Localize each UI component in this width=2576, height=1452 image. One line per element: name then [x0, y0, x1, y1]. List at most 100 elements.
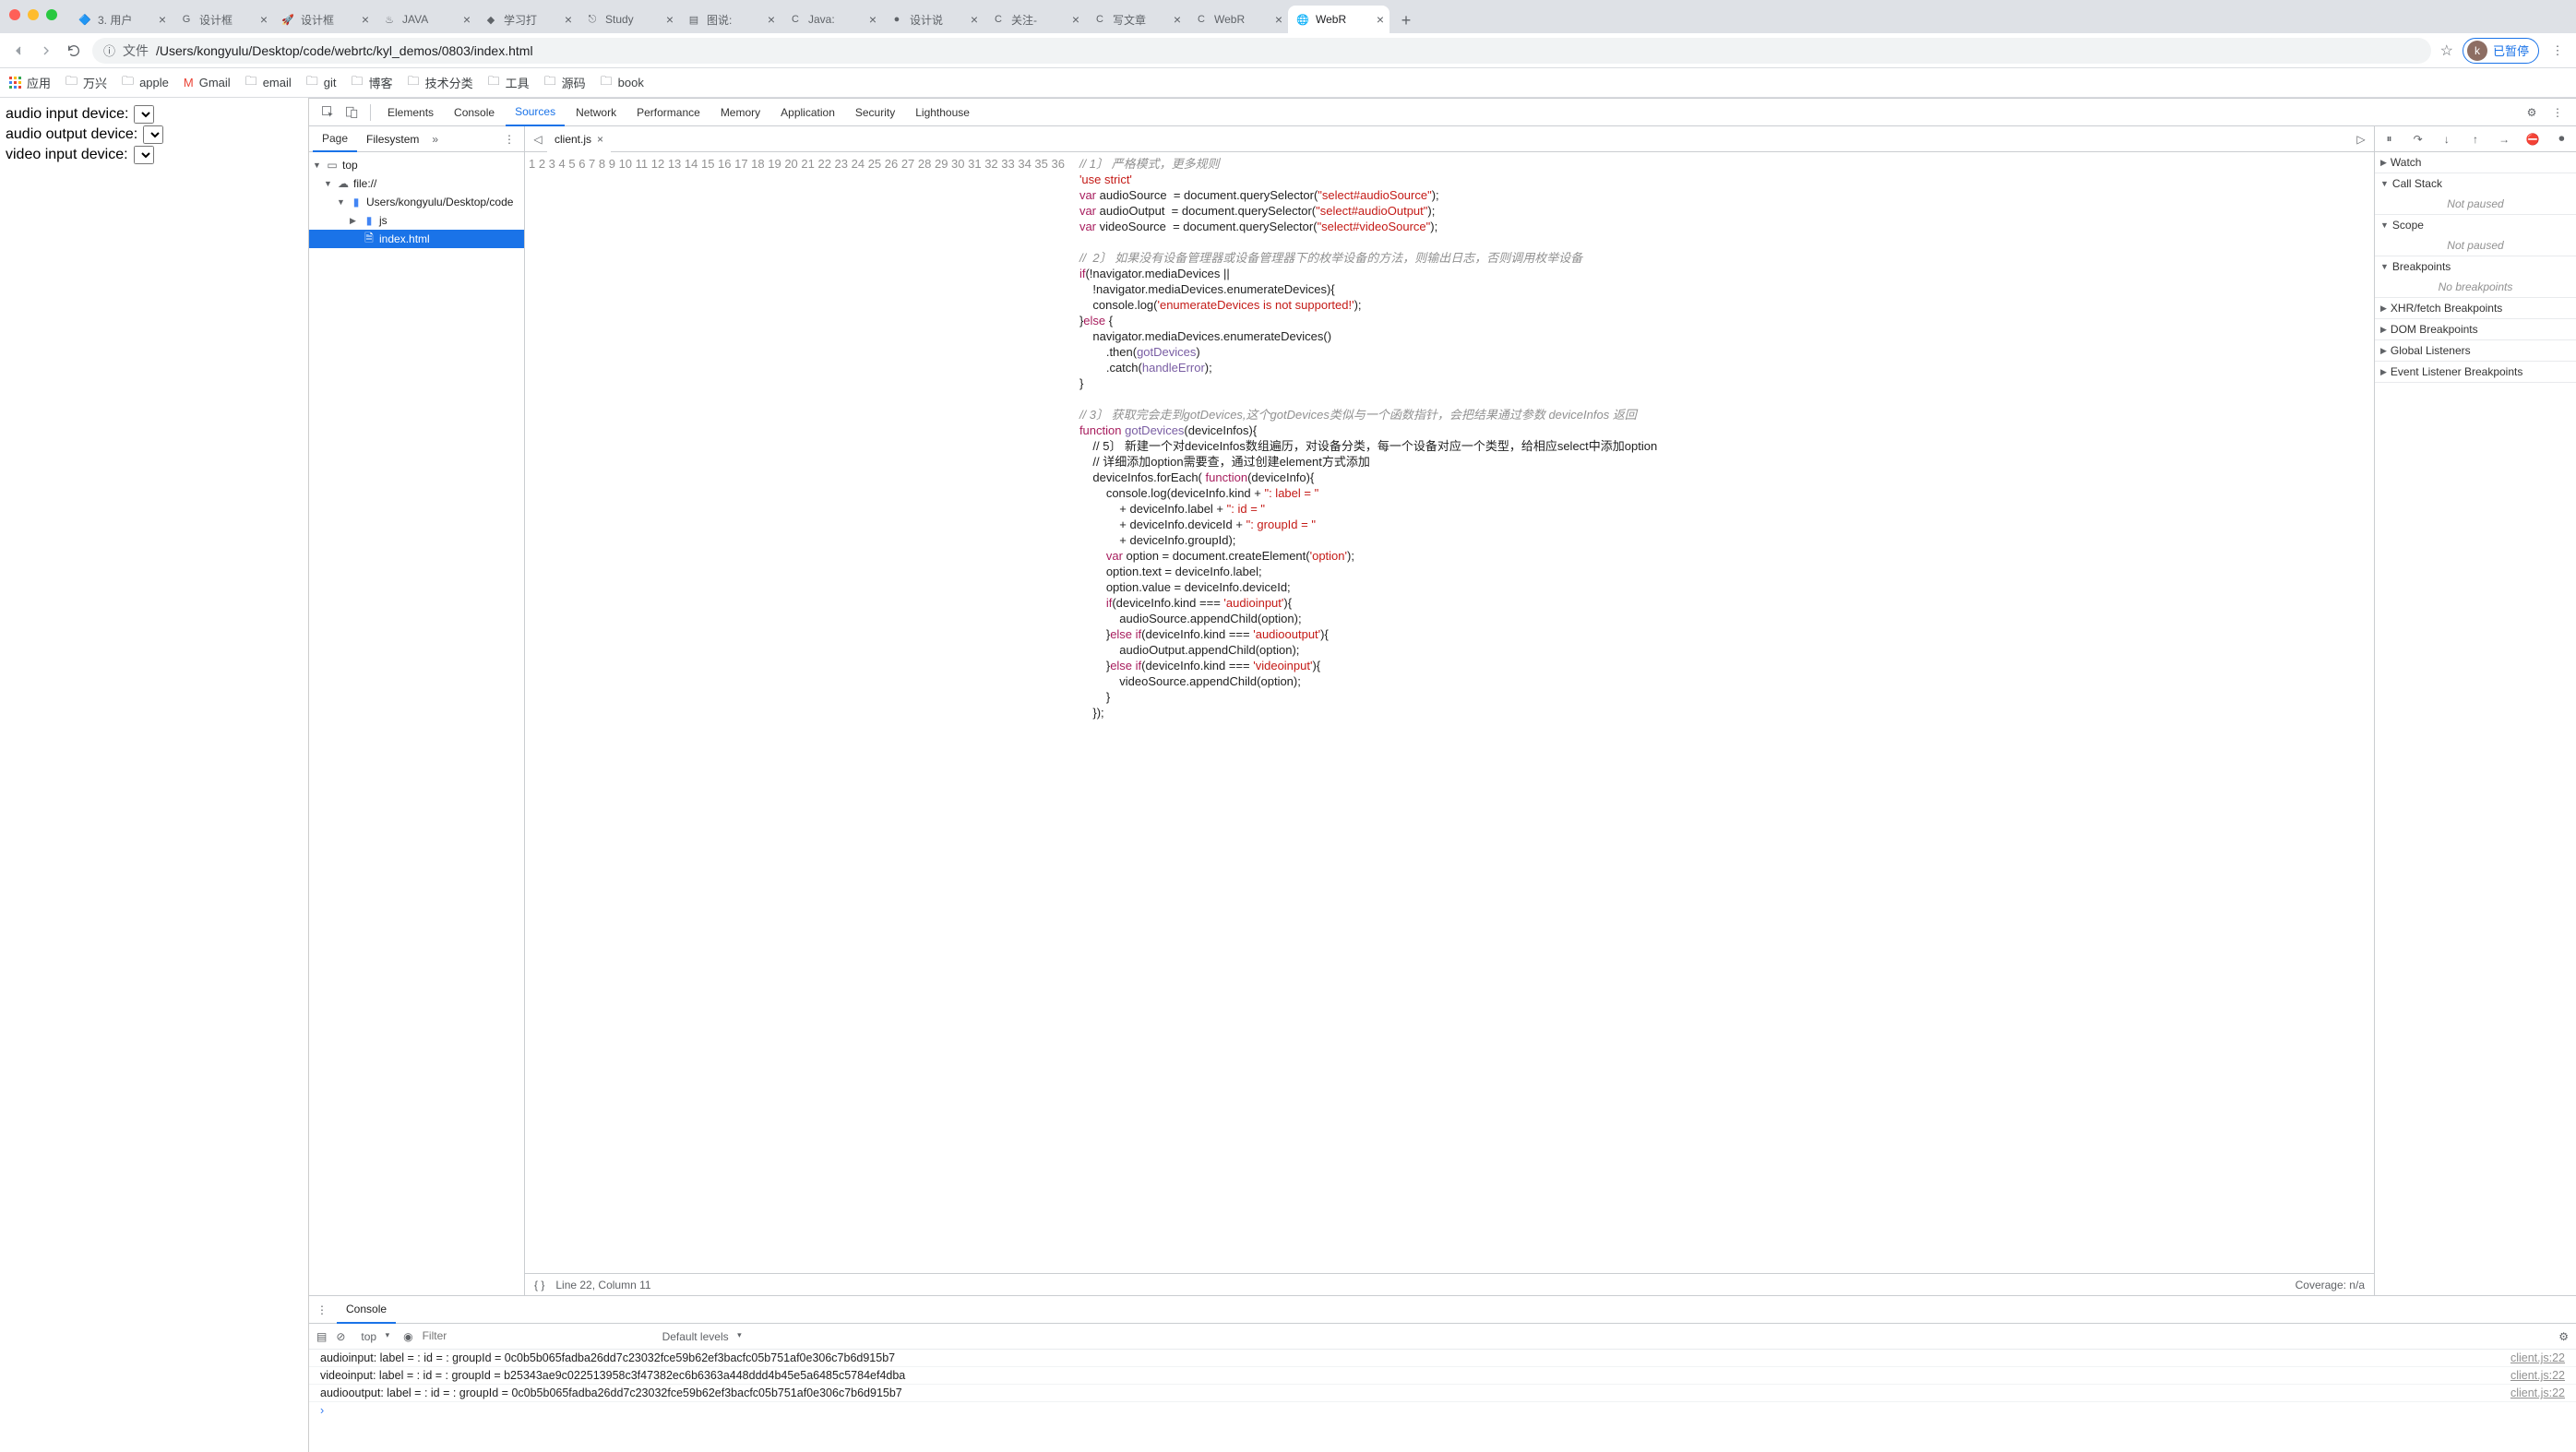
drawer-tab-console[interactable]: Console: [337, 1296, 396, 1324]
deactivate-bp-icon[interactable]: ⛔: [2524, 133, 2541, 146]
live-expression-icon[interactable]: ◉: [403, 1330, 412, 1343]
close-tab-icon[interactable]: ×: [362, 12, 369, 27]
close-tab-icon[interactable]: ×: [869, 12, 877, 27]
bookmark-item[interactable]: 应用: [9, 74, 51, 91]
log-source-link[interactable]: client.js:22: [2510, 1369, 2565, 1382]
watch-section[interactable]: ▶Watch: [2375, 152, 2576, 173]
address-bar[interactable]: ⓘ 文件 /Users/kongyulu/Desktop/code/webrtc…: [92, 38, 2431, 64]
audio-input-select[interactable]: [134, 105, 154, 124]
devtools-tab-security[interactable]: Security: [846, 99, 904, 126]
audio-output-select[interactable]: [143, 125, 163, 144]
devtools-tab-sources[interactable]: Sources: [506, 99, 565, 126]
bookmark-item[interactable]: 🗀源码: [544, 73, 586, 93]
browser-tab[interactable]: C写文章×: [1085, 6, 1187, 33]
tree-folder[interactable]: ▼▮Users/kongyulu/Desktop/code: [309, 193, 524, 211]
close-tab-icon[interactable]: ×: [1174, 12, 1181, 27]
reload-button[interactable]: [65, 42, 83, 60]
log-levels[interactable]: Default levels: [662, 1330, 742, 1343]
step-out-icon[interactable]: ↑: [2467, 133, 2484, 146]
event-bp-section[interactable]: ▶Event Listener Breakpoints: [2375, 362, 2576, 382]
profile-chip[interactable]: k 已暂停: [2463, 38, 2539, 64]
step-icon[interactable]: →: [2496, 133, 2512, 146]
devtools-tab-lighthouse[interactable]: Lighthouse: [906, 99, 979, 126]
bookmark-item[interactable]: 🗀git: [306, 73, 337, 93]
step-into-icon[interactable]: ↓: [2439, 133, 2455, 146]
browser-tab[interactable]: G设计框×: [172, 6, 273, 33]
close-file-icon[interactable]: ×: [597, 133, 603, 146]
browser-tab[interactable]: CWebR×: [1187, 6, 1288, 33]
nav-tab-more-icon[interactable]: »: [432, 133, 438, 146]
bookmark-item[interactable]: 🗀book: [601, 73, 644, 93]
console-prompt[interactable]: ›: [309, 1402, 2576, 1419]
browser-tab[interactable]: C关注-×: [984, 6, 1085, 33]
bookmark-item[interactable]: 🗀email: [245, 73, 292, 93]
close-tab-icon[interactable]: ×: [260, 12, 268, 27]
drawer-menu-icon[interactable]: ⋮: [316, 1303, 328, 1316]
editor-prev-icon[interactable]: ◁: [529, 133, 547, 146]
console-sidebar-icon[interactable]: ▤: [316, 1330, 327, 1343]
close-tab-icon[interactable]: ×: [666, 12, 674, 27]
tree-js-folder[interactable]: ▶▮js: [309, 211, 524, 230]
video-input-select[interactable]: [134, 146, 154, 164]
device-toggle-icon[interactable]: [340, 101, 363, 124]
devtools-tab-application[interactable]: Application: [771, 99, 844, 126]
close-tab-icon[interactable]: ×: [1072, 12, 1079, 27]
scope-section[interactable]: ▼Scope: [2375, 215, 2576, 235]
browser-menu-icon[interactable]: ⋮: [2548, 42, 2567, 60]
console-settings-icon[interactable]: ⚙: [2558, 1330, 2569, 1343]
global-listeners-section[interactable]: ▶Global Listeners: [2375, 340, 2576, 361]
maximize-window[interactable]: [46, 9, 57, 20]
bookmark-item[interactable]: 🗀博客: [352, 73, 393, 93]
devtools-tab-memory[interactable]: Memory: [711, 99, 769, 126]
browser-tab[interactable]: ⎋Study×: [578, 6, 679, 33]
bookmark-item[interactable]: 🗀技术分类: [408, 73, 473, 93]
close-tab-icon[interactable]: ×: [159, 12, 166, 27]
pretty-print-icon[interactable]: { }: [534, 1279, 544, 1291]
settings-icon[interactable]: ⚙: [2521, 101, 2543, 124]
nav-tab-filesystem[interactable]: Filesystem: [357, 126, 428, 152]
close-tab-icon[interactable]: ×: [971, 12, 978, 27]
back-button[interactable]: [9, 42, 28, 60]
bookmark-item[interactable]: 🗀工具: [488, 73, 530, 93]
bookmark-item[interactable]: 🗀apple: [122, 73, 169, 93]
console-filter-input[interactable]: [423, 1329, 653, 1343]
dom-bp-section[interactable]: ▶DOM Breakpoints: [2375, 319, 2576, 339]
pause-icon[interactable]: ⏸: [2381, 132, 2398, 146]
tree-origin[interactable]: ▼☁file://: [309, 174, 524, 193]
xhr-bp-section[interactable]: ▶XHR/fetch Breakpoints: [2375, 298, 2576, 318]
forward-button[interactable]: [37, 42, 55, 60]
devtools-tab-console[interactable]: Console: [445, 99, 504, 126]
bookmark-item[interactable]: MGmail: [184, 76, 231, 89]
browser-tab[interactable]: ◆学习打×: [476, 6, 578, 33]
devtools-tab-performance[interactable]: Performance: [627, 99, 710, 126]
close-tab-icon[interactable]: ×: [463, 12, 471, 27]
step-over-icon[interactable]: ↷: [2410, 133, 2427, 146]
nav-menu-icon[interactable]: ⋮: [498, 133, 520, 146]
callstack-section[interactable]: ▼Call Stack: [2375, 173, 2576, 194]
site-info-icon[interactable]: ⓘ: [103, 42, 115, 59]
tree-file-selected[interactable]: 🗎index.html: [309, 230, 524, 248]
log-source-link[interactable]: client.js:22: [2510, 1351, 2565, 1364]
devtools-menu-icon[interactable]: ⋮: [2546, 101, 2569, 124]
bookmark-item[interactable]: 🗀万兴: [66, 73, 107, 93]
devtools-tab-elements[interactable]: Elements: [378, 99, 443, 126]
close-window[interactable]: [9, 9, 20, 20]
console-context[interactable]: top: [354, 1327, 394, 1346]
close-tab-icon[interactable]: ×: [768, 12, 775, 27]
close-tab-icon[interactable]: ×: [1275, 12, 1282, 27]
browser-tab[interactable]: 🚀设计框×: [273, 6, 375, 33]
log-source-link[interactable]: client.js:22: [2510, 1387, 2565, 1399]
devtools-tab-network[interactable]: Network: [566, 99, 626, 126]
browser-tab[interactable]: 🔷3. 用户×: [70, 6, 172, 33]
bookmark-star-icon[interactable]: ☆: [2440, 42, 2453, 60]
tree-top[interactable]: ▼▭top: [309, 156, 524, 174]
nav-tab-page[interactable]: Page: [313, 126, 357, 152]
editor-file-tab[interactable]: client.js ×: [547, 126, 611, 152]
clear-console-icon[interactable]: ⊘: [336, 1330, 345, 1343]
browser-tab[interactable]: 🌐WebR×: [1288, 6, 1389, 33]
browser-tab[interactable]: ●设计说×: [882, 6, 984, 33]
code-area[interactable]: 1 2 3 4 5 6 7 8 9 10 11 12 13 14 15 16 1…: [525, 152, 2374, 1273]
breakpoints-section[interactable]: ▼Breakpoints: [2375, 256, 2576, 277]
browser-tab[interactable]: ▤图说:×: [679, 6, 781, 33]
editor-next-icon[interactable]: ▷: [2352, 133, 2370, 146]
